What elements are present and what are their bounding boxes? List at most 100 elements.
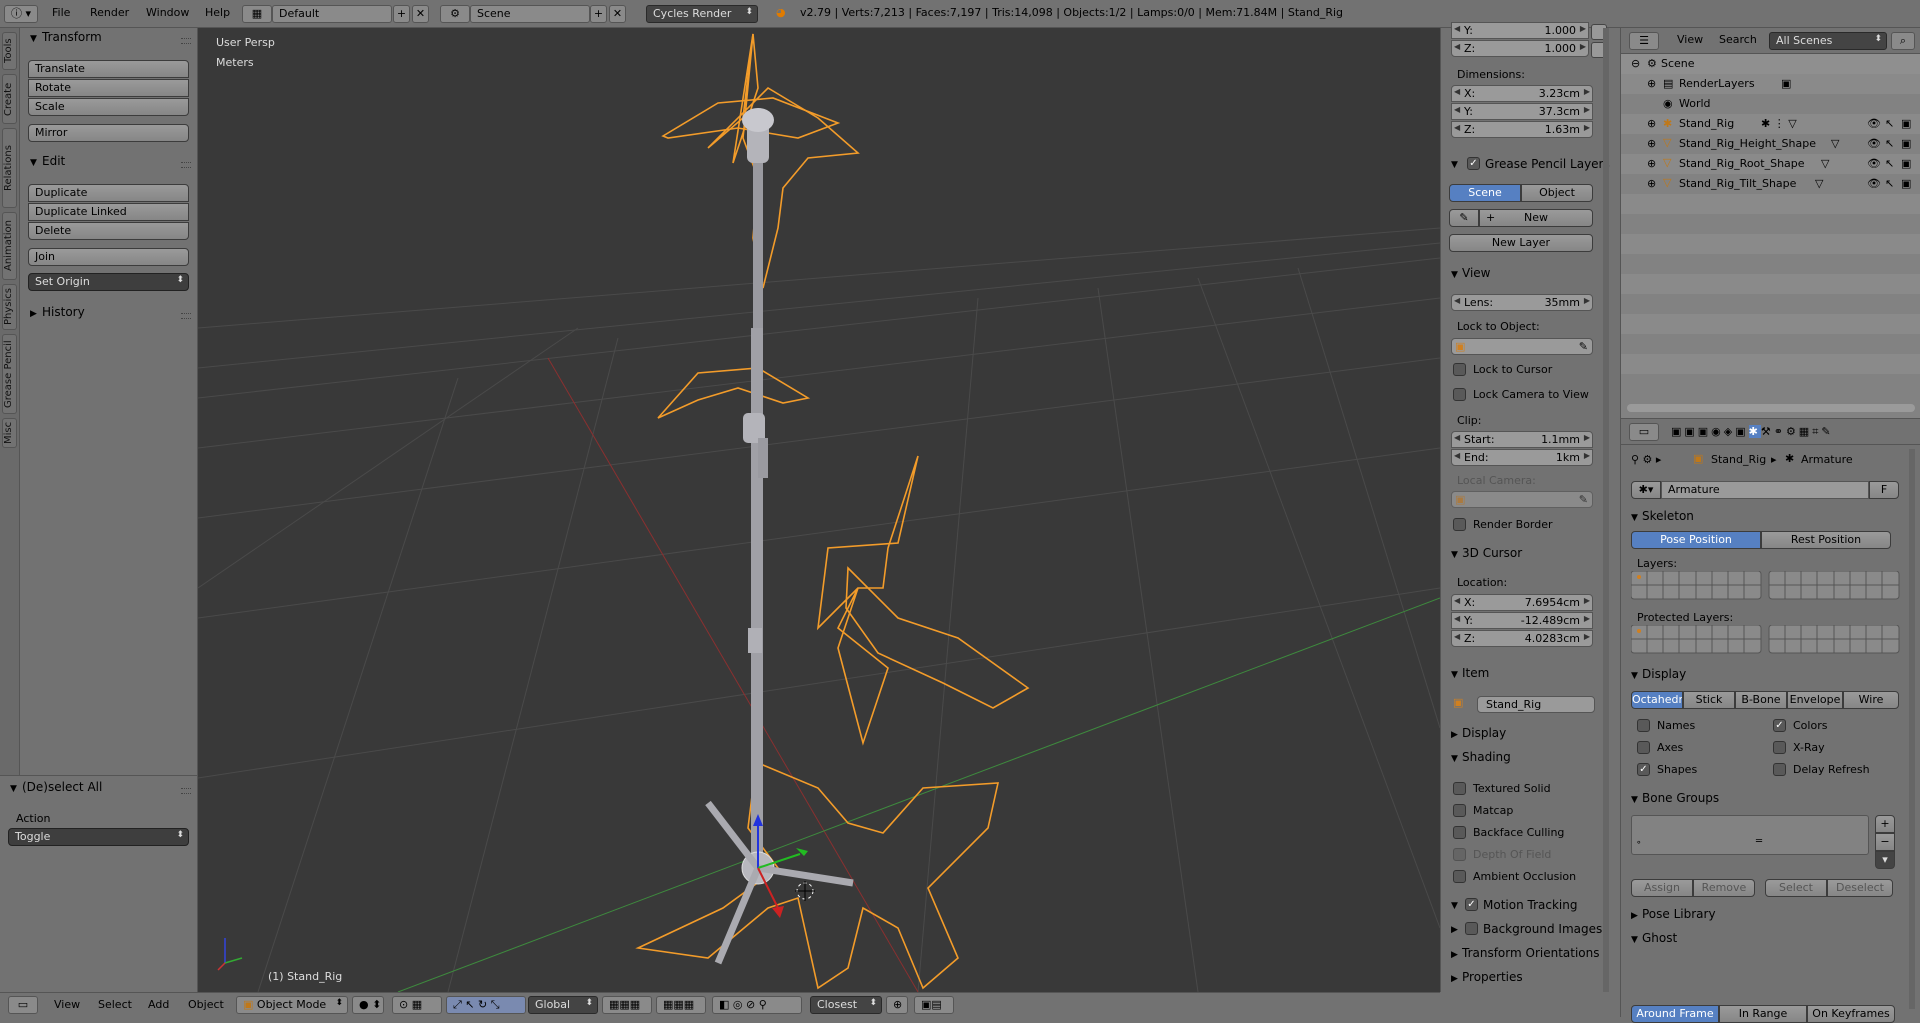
backface-culling-checkbox[interactable] [1453, 826, 1466, 839]
menu-select[interactable]: Select [98, 998, 132, 1011]
armature-datablock-icon[interactable]: ✱▾ [1631, 481, 1661, 499]
layout-icon[interactable]: ▦ [242, 5, 272, 23]
view-panel-header[interactable]: ▼ View [1451, 266, 1490, 280]
delay-refresh-checkbox[interactable] [1773, 763, 1786, 776]
cursor-icon[interactable]: ↖ [1885, 177, 1894, 190]
delete-button[interactable]: Delete [28, 222, 189, 240]
pose-position-button[interactable]: Pose Position [1631, 531, 1761, 549]
scale-y-field[interactable]: ◀ Y: 1.000 ▶ [1451, 22, 1589, 39]
scene-icon[interactable]: ⚙ [440, 5, 470, 23]
background-images-checkbox[interactable] [1465, 922, 1478, 935]
grease-pencil-checkbox[interactable]: ✓ [1467, 157, 1480, 170]
list-grip-icon[interactable]: ═ [1756, 836, 1762, 847]
ghost-on-keyframes-button[interactable]: On Keyframes [1807, 1005, 1895, 1023]
lock-object-field[interactable]: ▣ ✎ [1451, 338, 1593, 355]
3d-viewport[interactable]: User Persp Meters (1) Stand_Rig [198, 28, 1440, 992]
textured-solid-checkbox[interactable] [1453, 782, 1466, 795]
gizmo-x-tip[interactable] [772, 906, 784, 918]
matcap-checkbox[interactable] [1453, 804, 1466, 817]
cursor-x-field[interactable]: ◀ X: 7.6954cm ▶ [1451, 594, 1593, 611]
remove-scene-icon[interactable]: ✕ [609, 5, 626, 23]
crumb-object[interactable]: Stand_Rig [1711, 453, 1766, 466]
transform-panel-header[interactable]: ▼ Transform [30, 30, 102, 48]
bone-group-menu-icon[interactable]: ▾ [1875, 851, 1895, 869]
tab-grease-pencil[interactable]: Grease Pencil [2, 334, 17, 414]
shading-select[interactable]: ● ⬍ [352, 996, 384, 1014]
outliner-filter-select[interactable]: All Scenes ⬍ [1769, 32, 1887, 50]
props-scrollbar[interactable] [1909, 449, 1915, 1009]
eye-icon[interactable]: 👁 [1867, 177, 1881, 190]
outliner-menu-view[interactable]: View [1677, 33, 1703, 46]
outliner-menu-search[interactable]: Search [1719, 33, 1757, 46]
menu-help[interactable]: Help [205, 6, 230, 19]
add-scene-icon[interactable]: + [590, 5, 607, 23]
render-engine-select[interactable]: Cycles Render ⬍ [646, 5, 758, 23]
eye-icon[interactable]: 👁 [1867, 137, 1881, 150]
expand-icon[interactable]: ⊕ [1647, 117, 1656, 130]
eye-icon[interactable]: 👁 [1867, 157, 1881, 170]
shading-panel-header[interactable]: ▼ Shading [1451, 750, 1511, 764]
search-icon[interactable]: ⌕ [1891, 32, 1915, 50]
dimension-y-field[interactable]: ◀ Y: 37.3cm ▶ [1451, 103, 1593, 120]
bone-groups-panel-header[interactable]: ▼ Bone Groups [1631, 791, 1719, 805]
mirror-button[interactable]: Mirror [28, 124, 189, 142]
tab-create[interactable]: Create [2, 74, 17, 124]
ambient-occlusion-checkbox[interactable] [1453, 870, 1466, 883]
motion-tracking-checkbox[interactable]: ✓ [1465, 898, 1478, 911]
pivot-select[interactable]: ⊙ ▦ [392, 996, 442, 1014]
cursor-icon[interactable]: ↖ [1885, 157, 1894, 170]
rotate-button[interactable]: Rotate [28, 79, 189, 97]
tab-tools[interactable]: Tools [2, 32, 17, 70]
properties-header[interactable]: ▶ Properties [1451, 970, 1523, 984]
3d-view-editor-type-icon[interactable]: ▭ [8, 996, 38, 1014]
transform-orientations-header[interactable]: ▶ Transform Orientations [1451, 946, 1600, 960]
deselect-button[interactable]: Deselect [1827, 879, 1893, 897]
outliner-row-scene[interactable]: ⊖ ⚙ Scene [1621, 54, 1920, 74]
npanel-scrollbar[interactable] [1603, 28, 1609, 992]
dimension-z-field[interactable]: ◀ Z: 1.63m ▶ [1451, 121, 1593, 138]
outliner-row-root-shape[interactable]: ⊕ ▽ Stand_Rig_Root_Shape ▽ 👁 ↖ ▣ [1621, 154, 1920, 174]
cursor-icon[interactable]: ↖ [1885, 137, 1894, 150]
panel-grip-icon[interactable] [181, 788, 191, 794]
ghost-panel-header[interactable]: ▼ Ghost [1631, 931, 1677, 945]
pose-library-panel-header[interactable]: ▶ Pose Library [1631, 907, 1716, 921]
screen-layout-field[interactable]: Default [272, 5, 392, 23]
render-border-checkbox[interactable] [1453, 518, 1466, 531]
armature-datablock-field[interactable]: Armature [1661, 481, 1869, 499]
camera-icon[interactable]: ▣ [1901, 177, 1911, 190]
ghost-in-range-button[interactable]: In Range [1719, 1005, 1807, 1023]
grease-scene-tab[interactable]: Scene [1449, 184, 1521, 202]
edit-panel-header[interactable]: ▼ Edit [30, 154, 65, 172]
shapes-checkbox[interactable]: ✓ [1637, 763, 1650, 776]
outliner-row-stand-rig[interactable]: ⊕ ✱ Stand_Rig ✱ ⋮ ▽ 👁 ↖ ▣ [1621, 114, 1920, 134]
manipulator-buttons[interactable]: ⤢ ↖ ↻ ⤡ [446, 996, 526, 1014]
display-bbone-button[interactable]: B-Bone [1735, 691, 1787, 709]
outliner-editor-type-icon[interactable]: ☰ [1629, 32, 1659, 50]
menu-file[interactable]: File [52, 6, 70, 19]
xray-checkbox[interactable] [1773, 741, 1786, 754]
dimension-x-field[interactable]: ◀ X: 3.23cm ▶ [1451, 85, 1593, 102]
panel-grip-icon[interactable] [181, 313, 191, 319]
outliner-row-height-shape[interactable]: ⊕ ▽ Stand_Rig_Height_Shape ▽ 👁 ↖ ▣ [1621, 134, 1920, 154]
proportional-edit-buttons[interactable]: ◧ ◎ ⊘ ⚲ [712, 996, 802, 1014]
ghost-around-frame-button[interactable]: Around Frame [1631, 1005, 1719, 1023]
set-origin-select[interactable]: Set Origin ⬍ [28, 273, 189, 291]
display-panel-header[interactable]: ▶ Display [1451, 726, 1506, 740]
operator-panel-header[interactable]: ▼ (De)select All [10, 780, 102, 798]
scale-z-field[interactable]: ◀ Z: 1.000 ▶ [1451, 40, 1589, 57]
action-select[interactable]: Toggle ⬍ [8, 828, 189, 846]
lens-field[interactable]: ◀ Lens: 35mm ▶ [1451, 294, 1593, 311]
translate-button[interactable]: Translate [28, 60, 189, 78]
orientation-select[interactable]: Global ⬍ [528, 996, 598, 1014]
duplicate-linked-button[interactable]: Duplicate Linked [28, 203, 189, 221]
item-name-field[interactable]: Stand_Rig [1477, 696, 1595, 713]
scale-button[interactable]: Scale [28, 98, 189, 116]
protected-layers-grid[interactable] [1631, 625, 1901, 655]
tab-misc[interactable]: Misc [2, 418, 17, 448]
clip-end-field[interactable]: ◀ End: 1km ▶ [1451, 449, 1593, 466]
props-editor-type-icon[interactable]: ▭ [1629, 423, 1659, 441]
scene-field[interactable]: Scene [470, 5, 590, 23]
expand-icon[interactable]: ⊕ [1647, 177, 1656, 190]
cursor-icon[interactable]: ↖ [1885, 117, 1894, 130]
cursor-z-field[interactable]: ◀ Z: 4.0283cm ▶ [1451, 630, 1593, 647]
